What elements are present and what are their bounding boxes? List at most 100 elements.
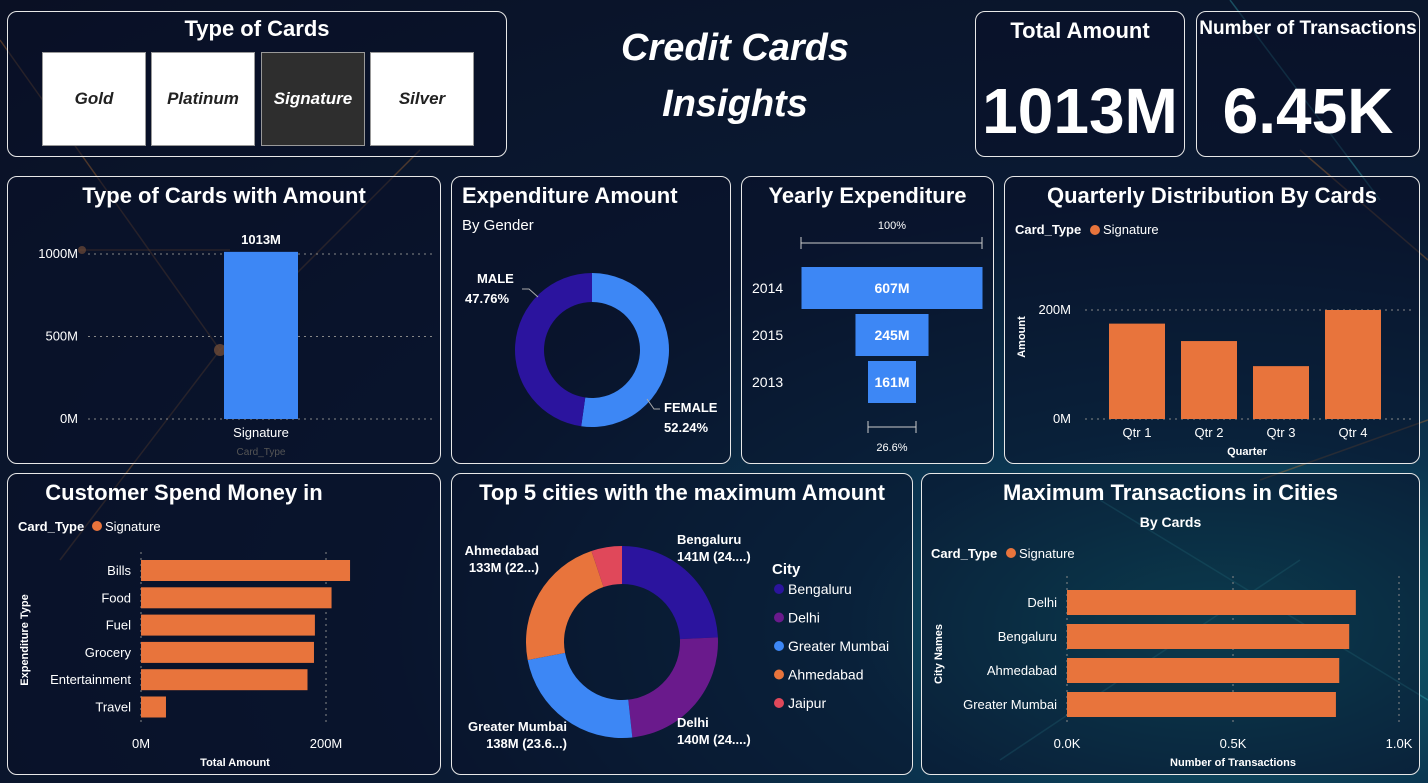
bar-data-label: 1013M: [241, 232, 281, 247]
y-tick-label: 0M: [1053, 411, 1071, 426]
bar-ahmedabad[interactable]: [1067, 658, 1340, 683]
y-tick-label: Bengaluru: [998, 629, 1057, 644]
bar-fuel[interactable]: [141, 614, 315, 636]
y-tick-label: Ahmedabad: [987, 663, 1057, 678]
slice-value-label: 138M (23.6...): [486, 736, 567, 751]
title-line-1: Credit Cards: [620, 27, 850, 69]
bar-qtr-2[interactable]: [1181, 341, 1237, 419]
male-pct: 47.76%: [465, 291, 510, 306]
bar-food[interactable]: [141, 587, 332, 609]
transactions-chart: Card_Type Signature 0.0K 0.5K 1.0K Delhi Ben…: [931, 546, 1413, 769]
x-axis-label: Number of Transactions: [1170, 757, 1296, 769]
y-tick-label: 500M: [45, 329, 78, 344]
y-tick-label: 200M: [1038, 302, 1071, 317]
slice-value-label: 140M (24....): [677, 732, 751, 747]
quarterly-legend-item: Signature: [1103, 222, 1159, 237]
bar-greater-mumbai[interactable]: [1067, 692, 1336, 717]
legend-marker: [774, 584, 784, 594]
slice-name-label: Ahmedabad: [465, 543, 539, 558]
slice-name-label: Delhi: [677, 715, 709, 730]
slice-female[interactable]: [581, 273, 670, 427]
y-tick-label: 0M: [60, 411, 78, 426]
funnel-year-label: 2013: [752, 374, 783, 390]
cities-legend-title: City: [772, 561, 801, 578]
bar-bengaluru[interactable]: [1067, 624, 1350, 649]
y-axis-label: City Names: [933, 624, 945, 684]
legend-item: Greater Mumbai: [788, 638, 889, 654]
x-tick-label: 0M: [132, 736, 150, 751]
bar-grocery[interactable]: [141, 641, 314, 663]
legend-marker: [774, 669, 784, 680]
slicer-option-gold[interactable]: Gold: [42, 52, 146, 146]
card-type-slicer: Type of Cards Gold Platinum Signature Si…: [7, 11, 507, 157]
quarterly-legend-marker: [1090, 225, 1100, 235]
x-tick-label: 200M: [310, 736, 343, 751]
y-tick-label: Travel: [95, 700, 131, 715]
slice-name-label: Greater Mumbai: [468, 719, 567, 734]
kpi-transactions: Number of Transactions 6.45K: [1196, 11, 1420, 157]
cities-panel: Top 5 cities with the maximum Amount Cit…: [451, 473, 913, 775]
bar-qtr-1[interactable]: [1109, 323, 1165, 419]
bar-travel[interactable]: [141, 696, 166, 718]
card-amount-panel: Type of Cards with Amount 0M 500M 1000M 101…: [7, 176, 441, 464]
spend-legend-title: Card_Type: [18, 519, 84, 534]
bar-qtr-3[interactable]: [1253, 366, 1309, 419]
bar-qtr-4[interactable]: [1325, 310, 1381, 419]
gender-panel: Expenditure Amount By Gender MALE 47.76% F…: [451, 176, 731, 464]
title-line-2: Insights: [662, 83, 808, 125]
slicer-option-silver[interactable]: Silver: [370, 52, 474, 146]
funnel-data-label: 161M: [874, 374, 909, 390]
slice-value-label: 133M (22...): [469, 560, 539, 575]
funnel-data-label: 607M: [874, 280, 909, 296]
x-tick-label: Signature: [233, 425, 289, 440]
transactions-panel: Maximum Transactions in Cities By Cards …: [921, 473, 1420, 775]
y-tick-label: Fuel: [106, 618, 131, 633]
bar-delhi[interactable]: [1067, 590, 1356, 615]
kpi-total-amount-value: 1013M: [982, 75, 1178, 147]
yearly-bottom-pct: 26.6%: [876, 442, 907, 454]
y-axis-label: Expenditure Type: [19, 594, 31, 685]
slice-value-label: 141M (24....): [677, 549, 751, 564]
slicer-option-platinum[interactable]: Platinum: [151, 52, 255, 146]
spend-chart: Card_Type Signature 0M 200M Bills Food Fuel G…: [18, 519, 351, 769]
spend-panel: Customer Spend Money in Card_Type Signat…: [7, 473, 441, 775]
card-amount-chart: 0M 500M 1000M 1013M Signature Card_Type: [38, 232, 433, 458]
male-label: MALE: [477, 271, 514, 286]
y-tick-label: Entertainment: [50, 672, 131, 687]
y-tick-label: Delhi: [1027, 595, 1057, 610]
x-tick-label: Qtr 4: [1339, 425, 1368, 440]
cities-chart: City Bengaluru 141M (24....) Delhi 140M (24…: [465, 532, 890, 751]
y-axis-label: Amount: [1016, 316, 1028, 358]
slicer-title: Type of Cards: [184, 16, 330, 41]
legend-item: Jaipur: [788, 695, 826, 711]
transactions-legend-title: Card_Type: [931, 546, 997, 561]
kpi-total-amount-label: Total Amount: [1010, 18, 1150, 43]
female-label: FEMALE: [664, 400, 718, 415]
legend-marker: [774, 612, 784, 623]
legend-item: Bengaluru: [788, 581, 852, 597]
quarterly-panel: Quarterly Distribution By Cards Card_Typ…: [1004, 176, 1420, 464]
y-tick-label: Food: [101, 590, 131, 605]
x-tick-label: 0.0K: [1054, 736, 1081, 751]
yearly-panel: Yearly Expenditure 100% 607M 2014 245M 2015…: [741, 176, 994, 464]
transactions-legend-marker: [1006, 548, 1016, 558]
x-tick-label: Qtr 2: [1195, 425, 1224, 440]
bar-bills[interactable]: [141, 560, 351, 581]
funnel-year-label: 2014: [752, 280, 783, 296]
kpi-transactions-label: Number of Transactions: [1199, 18, 1417, 39]
x-axis-label: Card_Type: [237, 447, 286, 458]
spend-legend-marker: [92, 521, 102, 531]
x-tick-label: Qtr 1: [1123, 425, 1152, 440]
y-tick-label: Greater Mumbai: [963, 697, 1057, 712]
spend-legend-item: Signature: [105, 519, 161, 534]
x-axis-label: Quarter: [1227, 446, 1267, 458]
yearly-chart: 100% 607M 2014 245M 2015 161M 2013 26.6%: [752, 220, 983, 454]
funnel-data-label: 245M: [874, 327, 909, 343]
slice-male[interactable]: [515, 273, 592, 427]
bar-signature[interactable]: [224, 251, 298, 419]
slicer-option-signature[interactable]: Signature: [261, 52, 365, 146]
bar-entertainment[interactable]: [141, 669, 308, 691]
x-tick-label: Qtr 3: [1267, 425, 1296, 440]
legend-marker: [774, 641, 784, 651]
x-axis-label: Total Amount: [200, 757, 270, 769]
